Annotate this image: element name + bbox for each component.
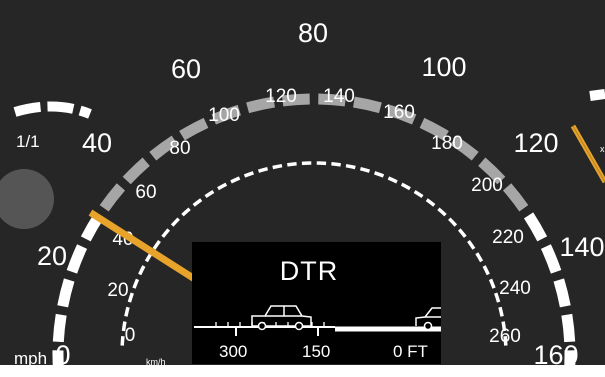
- mph-label: 60: [171, 54, 201, 84]
- kmh-label: 80: [169, 138, 190, 159]
- kmh-label: 240: [499, 278, 531, 299]
- outer-ring-segment: [52, 313, 67, 343]
- kmh-label: 160: [383, 102, 415, 123]
- inner-ring-segment: [272, 163, 283, 170]
- outer-ring-segment: [553, 278, 571, 308]
- inner-ring-segment: [498, 306, 504, 317]
- kmh-label: 180: [431, 133, 463, 154]
- mph-label: 80: [298, 18, 328, 48]
- outer-ring-segment: [561, 313, 576, 343]
- right-gauge-label: x: [600, 144, 605, 154]
- instrument-cluster: 1/1 x 0 20 40 60 80 100 120 140 160 0 20 40 60 80 100…: [0, 0, 605, 377]
- outer-ring-segment: [57, 278, 75, 308]
- mph-label: 0: [55, 340, 70, 370]
- kmh-label: 120: [265, 86, 297, 107]
- mph-label: 20: [37, 241, 67, 271]
- inner-ring-segment: [331, 162, 341, 167]
- right-gauge-arc: [589, 89, 605, 101]
- mph-label: 140: [559, 232, 604, 262]
- outer-ring-segment: [352, 96, 382, 114]
- inner-ring-segment: [120, 336, 125, 346]
- inner-ring-segment: [345, 163, 356, 170]
- kmh-label: 260: [489, 326, 521, 347]
- kmh-label: 20: [107, 280, 128, 301]
- kmh-label: 200: [471, 175, 503, 196]
- reference-code: P54.70-2156-26: [489, 364, 568, 376]
- kmh-unit-label: km/h: [146, 357, 166, 367]
- mph-label: 120: [513, 128, 558, 158]
- cluster-canvas: 1/1 x 020406080100120140160 020406080100…: [0, 0, 605, 377]
- dtr-display: DTR 300 150 0 FT: [192, 242, 441, 364]
- kmh-label: 0: [125, 325, 136, 346]
- inner-ring-segment: [359, 167, 371, 173]
- display-title: DTR: [280, 256, 339, 286]
- inner-ring-segment: [257, 167, 269, 173]
- kmh-label: 60: [135, 182, 156, 203]
- inner-ring-segment: [124, 306, 130, 317]
- left-gauge-label: 1/1: [16, 132, 40, 151]
- kmh-label: 220: [492, 227, 524, 248]
- distance-label-0ft: 0 FT: [393, 342, 428, 361]
- distance-label-300: 300: [219, 342, 247, 361]
- mph-label: 100: [421, 52, 466, 82]
- mph-unit-label: mph: [14, 349, 47, 368]
- kmh-label: 100: [208, 105, 240, 126]
- kmh-label: 140: [323, 86, 355, 107]
- inner-ring-segment: [287, 162, 297, 167]
- mph-label: 40: [82, 128, 112, 158]
- distance-label-150: 150: [302, 342, 330, 361]
